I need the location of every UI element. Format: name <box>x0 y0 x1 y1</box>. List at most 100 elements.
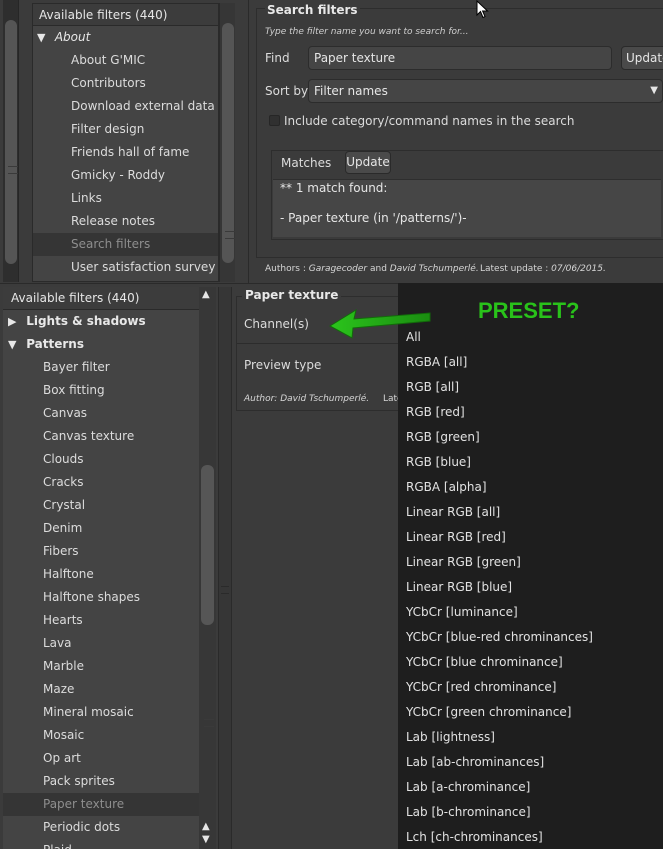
dropdown-option[interactable]: YCbCr [green chrominance] <box>398 700 663 725</box>
preview-type-label: Preview type <box>244 358 322 372</box>
tree-item[interactable]: Plaid <box>3 839 199 849</box>
tree-item[interactable]: Release notes <box>33 210 218 233</box>
scrollbar-thumb[interactable] <box>201 465 214 727</box>
include-names-label[interactable]: Include category/command names in the se… <box>284 114 575 128</box>
tree-item[interactable]: Pack sprites <box>3 770 199 793</box>
dropdown-option[interactable]: YCbCr [luminance] <box>398 600 663 625</box>
tree-category-label: Patterns <box>26 337 84 351</box>
dropdown-option[interactable]: All <box>398 325 663 350</box>
dropdown-option[interactable]: YCbCr [blue-red chrominances] <box>398 625 663 650</box>
include-names-checkbox[interactable] <box>269 115 280 126</box>
filter-tree-scrollbar[interactable]: ▲ ▲ ▼ <box>199 287 216 849</box>
scrollbar-thumb[interactable] <box>222 23 235 263</box>
find-input[interactable]: Paper texture <box>308 46 612 70</box>
tree-item[interactable]: Fibers <box>3 540 199 563</box>
tree-item[interactable]: Gmicky - Roddy <box>33 164 218 187</box>
tree-item[interactable]: Halftone <box>3 563 199 586</box>
tree-item[interactable]: Canvas <box>3 402 199 425</box>
tree-item[interactable]: Crystal <box>3 494 199 517</box>
tree-item[interactable]: Denim <box>3 517 199 540</box>
tree-item[interactable]: Contributors <box>33 72 218 95</box>
expand-arrow-icon[interactable]: ▶ <box>8 310 22 333</box>
dropdown-option[interactable]: Lab [lightness] <box>398 725 663 750</box>
matches-line: ** 1 match found: <box>280 181 388 195</box>
dropdown-option[interactable]: Lch [ch-chrominances] <box>398 825 663 849</box>
tree-item[interactable]: Download external data <box>33 95 218 118</box>
tree-item[interactable]: Clouds <box>3 448 199 471</box>
matches-text-area[interactable]: ** 1 match found: - Paper texture (in '/… <box>273 179 661 237</box>
tree-item[interactable]: Mineral mosaic <box>3 701 199 724</box>
matches-update-button[interactable]: Update <box>345 151 391 174</box>
find-label: Find <box>265 51 290 65</box>
tree-item[interactable]: Hearts <box>3 609 199 632</box>
update-button[interactable]: Update <box>621 46 663 70</box>
search-filters-title: Search filters <box>265 3 360 17</box>
dropdown-option[interactable]: Linear RGB [green] <box>398 550 663 575</box>
scroll-up-icon[interactable]: ▲ <box>202 289 210 300</box>
channel-dropdown-list[interactable]: All RGBA [all] RGB [all] RGB [red] RGB [… <box>398 283 663 849</box>
panel-divider[interactable] <box>248 0 249 283</box>
grip-icon <box>221 586 229 594</box>
dropdown-option[interactable]: YCbCr [red chrominance] <box>398 675 663 700</box>
sort-by-select[interactable]: Filter names ▼ <box>308 79 663 103</box>
left-scrollbar[interactable] <box>3 0 19 282</box>
divider <box>237 343 402 344</box>
scroll-down-icon[interactable]: ▼ <box>202 834 210 845</box>
expand-arrow-icon[interactable]: ▼ <box>37 26 51 49</box>
dropdown-option[interactable]: RGBA [all] <box>398 350 663 375</box>
dropdown-option[interactable]: RGB [red] <box>398 400 663 425</box>
tree-item[interactable]: Halftone shapes <box>3 586 199 609</box>
tree-item[interactable]: Lava <box>3 632 199 655</box>
filter-tree-scrollbar[interactable] <box>219 3 235 282</box>
dropdown-option[interactable]: Linear RGB [red] <box>398 525 663 550</box>
tree-item[interactable]: Op art <box>3 747 199 770</box>
tree-item[interactable]: About G'MIC <box>33 49 218 72</box>
tree-item[interactable]: Cracks <box>3 471 199 494</box>
filter-tree-header[interactable]: Available filters (440) <box>3 287 199 310</box>
tree-item[interactable]: User satisfaction survey <box>33 256 218 279</box>
latest-update-prefix: Latest update : <box>480 264 552 274</box>
tree-item[interactable]: Mosaic <box>3 724 199 747</box>
filter-tree-bottom: Available filters (440) ▶ Lights & shado… <box>3 287 199 849</box>
tree-item[interactable]: Filter design <box>33 118 218 141</box>
panel-splitter[interactable] <box>218 287 232 849</box>
filter-tree-header[interactable]: Available filters (440) <box>33 4 218 26</box>
latest-update-date: 07/06/2015. <box>551 264 606 274</box>
tree-item[interactable]: Marble <box>3 655 199 678</box>
tree-item[interactable]: Canvas texture <box>3 425 199 448</box>
tree-item[interactable]: Friends hall of fame <box>33 141 218 164</box>
tree-item[interactable]: Bayer filter <box>3 356 199 379</box>
scrollbar-thumb[interactable] <box>5 20 18 264</box>
tree-category-patterns[interactable]: ▼ Patterns <box>3 333 199 356</box>
authors-and: and <box>367 264 390 274</box>
dropdown-option[interactable]: Linear RGB [blue] <box>398 575 663 600</box>
dropdown-option[interactable]: YCbCr [blue chrominance] <box>398 650 663 675</box>
tree-category-label: Lights & shadows <box>26 314 146 328</box>
annotation-arrow-icon <box>329 308 431 339</box>
dropdown-option[interactable]: RGBA [alpha] <box>398 475 663 500</box>
dropdown-option[interactable]: Linear RGB [all] <box>398 500 663 525</box>
scroll-up-icon[interactable]: ▲ <box>202 821 210 832</box>
dropdown-option[interactable]: RGB [all] <box>398 375 663 400</box>
dropdown-option[interactable]: RGB [blue] <box>398 450 663 475</box>
expand-arrow-icon[interactable]: ▼ <box>8 333 22 356</box>
author-line: Author: David Tschumperlé. <box>244 394 370 404</box>
tree-item[interactable]: Periodic dots <box>3 816 199 839</box>
dropdown-option[interactable]: Lab [ab-chrominances] <box>398 750 663 775</box>
tree-item[interactable]: Box fitting <box>3 379 199 402</box>
matches-label: Matches <box>279 156 334 170</box>
mouse-cursor-icon <box>476 0 489 19</box>
search-hint-text: Type the filter name you want to search … <box>265 27 469 37</box>
dropdown-option[interactable]: Lab [b-chrominance] <box>398 800 663 825</box>
tree-item[interactable]: Links <box>33 187 218 210</box>
tree-item[interactable]: Maze <box>3 678 199 701</box>
channels-label: Channel(s) <box>244 317 309 331</box>
dropdown-option[interactable]: RGB [green] <box>398 425 663 450</box>
tree-category-about[interactable]: ▼ About <box>33 26 218 49</box>
tree-category-lights-shadows[interactable]: ▶ Lights & shadows <box>3 310 199 333</box>
author-name: David Tschumperlé. <box>389 264 479 274</box>
dropdown-option[interactable]: Lab [a-chrominance] <box>398 775 663 800</box>
sort-by-label: Sort by <box>265 84 309 98</box>
tree-item-selected[interactable]: Search filters <box>33 233 218 256</box>
tree-item-selected[interactable]: Paper texture <box>3 793 199 816</box>
